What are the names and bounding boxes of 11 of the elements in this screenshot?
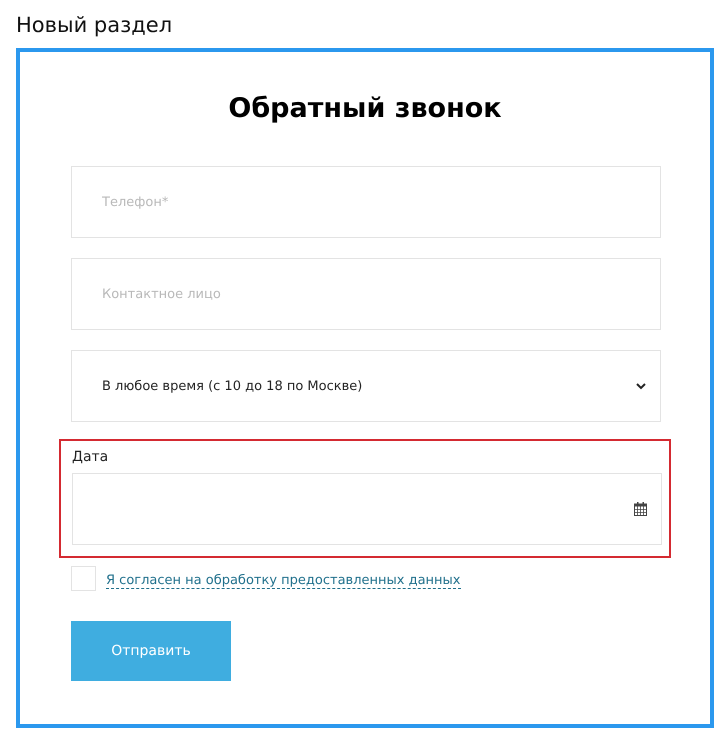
time-select[interactable]: В любое время (с 10 до 18 по Москве) [71, 350, 661, 422]
field-label: Дата [72, 449, 108, 465]
input-field[interactable]: Телефон* [71, 166, 661, 238]
calendar-icon [634, 502, 647, 516]
form-title: Обратный звонок [227, 92, 503, 126]
chevron-down-icon [636, 382, 646, 390]
consent-link[interactable]: Я согласен на обработку предоставленных данных [106, 572, 461, 588]
date-field[interactable] [72, 473, 662, 545]
input-field[interactable]: Контактное лицо [71, 258, 661, 330]
section-title: Новый раздел [16, 12, 174, 39]
consent-checkbox[interactable] [71, 566, 96, 591]
